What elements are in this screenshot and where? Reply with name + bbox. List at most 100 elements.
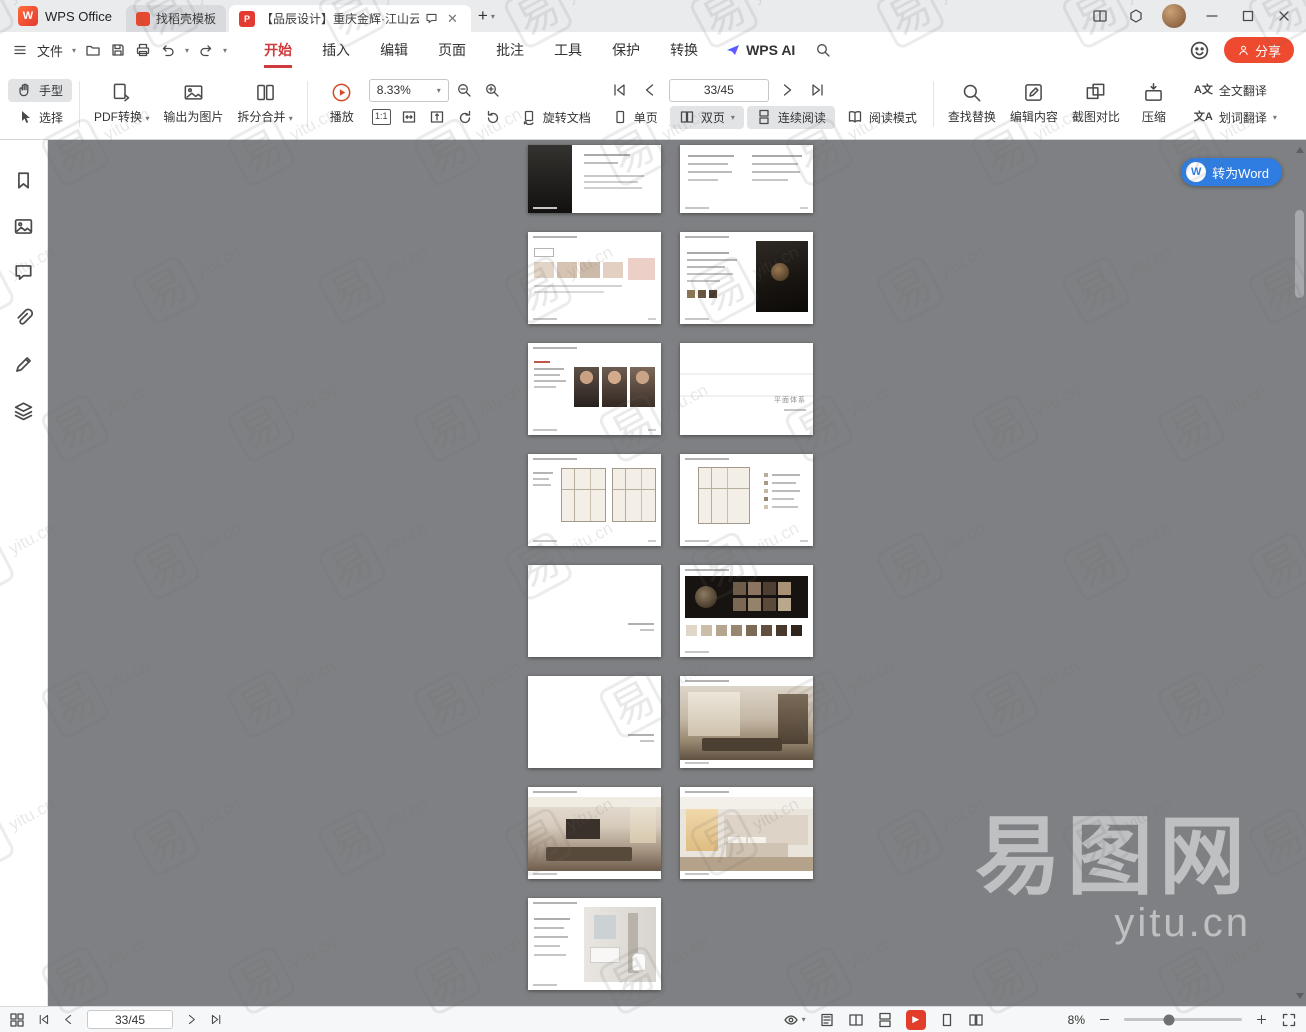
search-icon[interactable]	[815, 42, 831, 58]
thumbnail-grid-icon[interactable]	[9, 1012, 25, 1028]
single-page-view-icon[interactable]	[939, 1012, 955, 1028]
split-merge-button[interactable]: 拆分合并 ▾	[230, 79, 299, 128]
prev-page-icon[interactable]	[62, 1013, 75, 1026]
page-thumbnail[interactable]	[528, 787, 661, 879]
compress-button[interactable]: 压缩	[1127, 79, 1181, 128]
page-indicator[interactable]: 33/45	[669, 79, 769, 102]
tab-wps-ai[interactable]: WPS AI	[713, 42, 807, 58]
scrollbar-thumb[interactable]	[1295, 210, 1304, 298]
hand-tool-button[interactable]: 手型	[8, 79, 72, 102]
print-icon[interactable]	[135, 42, 151, 58]
tab-home[interactable]: 开始	[249, 32, 307, 68]
page-thumbnail-section-divider[interactable]	[528, 676, 661, 768]
layout-book-icon[interactable]	[848, 1012, 864, 1028]
undo-icon[interactable]	[160, 42, 176, 58]
page-thumbnail[interactable]	[680, 232, 813, 324]
close-button[interactable]	[1266, 0, 1302, 32]
zoom-in-button[interactable]	[480, 79, 505, 102]
continuous-read-button[interactable]: 连续阅读	[747, 106, 835, 129]
zoom-select[interactable]: 8.33%▾	[369, 79, 449, 102]
page-thumbnail[interactable]	[680, 145, 813, 213]
zoom-out-button[interactable]	[452, 79, 477, 102]
page-thumbnail-section-divider[interactable]: 平面体系	[680, 343, 813, 435]
select-tool-button[interactable]: 选择	[8, 106, 72, 129]
zoom-in-icon[interactable]	[1255, 1013, 1268, 1026]
slideshow-play-button[interactable]: ▶	[906, 1010, 926, 1030]
page-thumbnail[interactable]	[528, 232, 661, 324]
page-thumbnail-section-divider[interactable]	[528, 565, 661, 657]
premium-gem-icon[interactable]	[1118, 0, 1154, 32]
first-page-icon[interactable]	[37, 1013, 50, 1026]
undo-caret-icon[interactable]: ▾	[185, 46, 189, 55]
vertical-scrollbar[interactable]	[1293, 140, 1306, 1006]
reading-mode-button[interactable]: 阅读模式	[838, 106, 926, 129]
minimize-button[interactable]	[1194, 0, 1230, 32]
avatar[interactable]	[1162, 4, 1186, 28]
tab-page[interactable]: 页面	[423, 32, 481, 68]
fullscreen-icon[interactable]	[1281, 1012, 1297, 1028]
file-menu[interactable]: 文件	[37, 41, 63, 60]
share-button[interactable]: 分享	[1224, 37, 1294, 63]
layers-icon[interactable]	[13, 400, 34, 421]
next-page-icon[interactable]	[185, 1013, 198, 1026]
redo-icon[interactable]	[198, 42, 214, 58]
last-page-icon[interactable]	[210, 1013, 223, 1026]
hamburger-icon[interactable]	[12, 42, 28, 58]
fit-width-button[interactable]	[425, 106, 450, 129]
maximize-button[interactable]	[1230, 0, 1266, 32]
tab-protect[interactable]: 保护	[597, 32, 655, 68]
layout-scroll-icon[interactable]	[877, 1012, 893, 1028]
find-replace-button[interactable]: 查找替换	[941, 79, 1003, 128]
new-tab-button[interactable]: +▾	[471, 0, 502, 32]
split-view-icon[interactable]	[1082, 0, 1118, 32]
single-page-button[interactable]: 单页	[603, 106, 667, 129]
word-translate-button[interactable]: 文A 划词翻译▾	[1185, 106, 1286, 129]
scroll-down-arrow[interactable]	[1296, 993, 1304, 999]
comment-panel-icon[interactable]	[13, 262, 34, 283]
bookmark-icon[interactable]	[13, 170, 34, 191]
tab-docer-templates[interactable]: 找稻壳模板	[126, 5, 226, 32]
layout-single-icon[interactable]	[819, 1012, 835, 1028]
rotate-document-button[interactable]: 旋转文档	[512, 106, 600, 129]
scroll-up-arrow[interactable]	[1296, 147, 1304, 153]
tab-active-document[interactable]: P 【品辰设计】重庆金辉·江山云... ✕	[229, 5, 471, 32]
zoom-slider-thumb[interactable]	[1163, 1014, 1174, 1025]
prev-page-button[interactable]	[638, 79, 663, 102]
double-page-button[interactable]: 双页▾	[670, 106, 744, 129]
tab-convert[interactable]: 转换	[655, 32, 713, 68]
actual-size-button[interactable]: 1:1	[369, 106, 394, 129]
full-translate-button[interactable]: A文 全文翻译	[1185, 79, 1286, 102]
rotate-left-button[interactable]	[453, 106, 478, 129]
comment-bubble-icon[interactable]	[425, 12, 438, 25]
play-button[interactable]: 播放	[315, 79, 369, 128]
attachment-icon[interactable]	[13, 308, 34, 329]
fit-page-button[interactable]	[397, 106, 422, 129]
page-thumbnail[interactable]	[528, 145, 661, 213]
screenshot-compare-button[interactable]: 截图对比	[1065, 79, 1127, 128]
document-canvas[interactable]: 易图网 yitu.cn	[0, 140, 1306, 1006]
zoom-slider[interactable]	[1124, 1018, 1242, 1021]
double-page-view-icon[interactable]	[968, 1012, 984, 1028]
app-logo[interactable]: W WPS Office	[4, 0, 126, 32]
first-page-button[interactable]	[607, 79, 632, 102]
page-thumbnail[interactable]	[680, 787, 813, 879]
page-thumbnail[interactable]	[528, 898, 661, 990]
redo-caret-icon[interactable]: ▾	[223, 46, 227, 55]
page-thumbnail[interactable]	[528, 343, 661, 435]
open-folder-icon[interactable]	[85, 42, 101, 58]
convert-to-word-button[interactable]: W 转为Word	[1181, 158, 1282, 186]
page-thumbnail[interactable]	[680, 676, 813, 768]
tab-tools[interactable]: 工具	[539, 32, 597, 68]
page-thumbnail[interactable]	[680, 565, 813, 657]
pdf-convert-button[interactable]: PDF转换 ▾	[87, 79, 156, 128]
statusbar-page-indicator[interactable]: 33/45	[87, 1010, 173, 1029]
last-page-button[interactable]	[806, 79, 831, 102]
page-thumbnail[interactable]	[528, 454, 661, 546]
view-options-button[interactable]: ▾	[783, 1012, 806, 1028]
annotate-pen-icon[interactable]	[13, 354, 34, 375]
rotate-right-button[interactable]	[481, 106, 506, 129]
next-page-button[interactable]	[775, 79, 800, 102]
export-image-button[interactable]: 输出为图片	[156, 79, 230, 128]
zoom-out-icon[interactable]	[1098, 1013, 1111, 1026]
edit-content-button[interactable]: 编辑内容	[1003, 79, 1065, 128]
